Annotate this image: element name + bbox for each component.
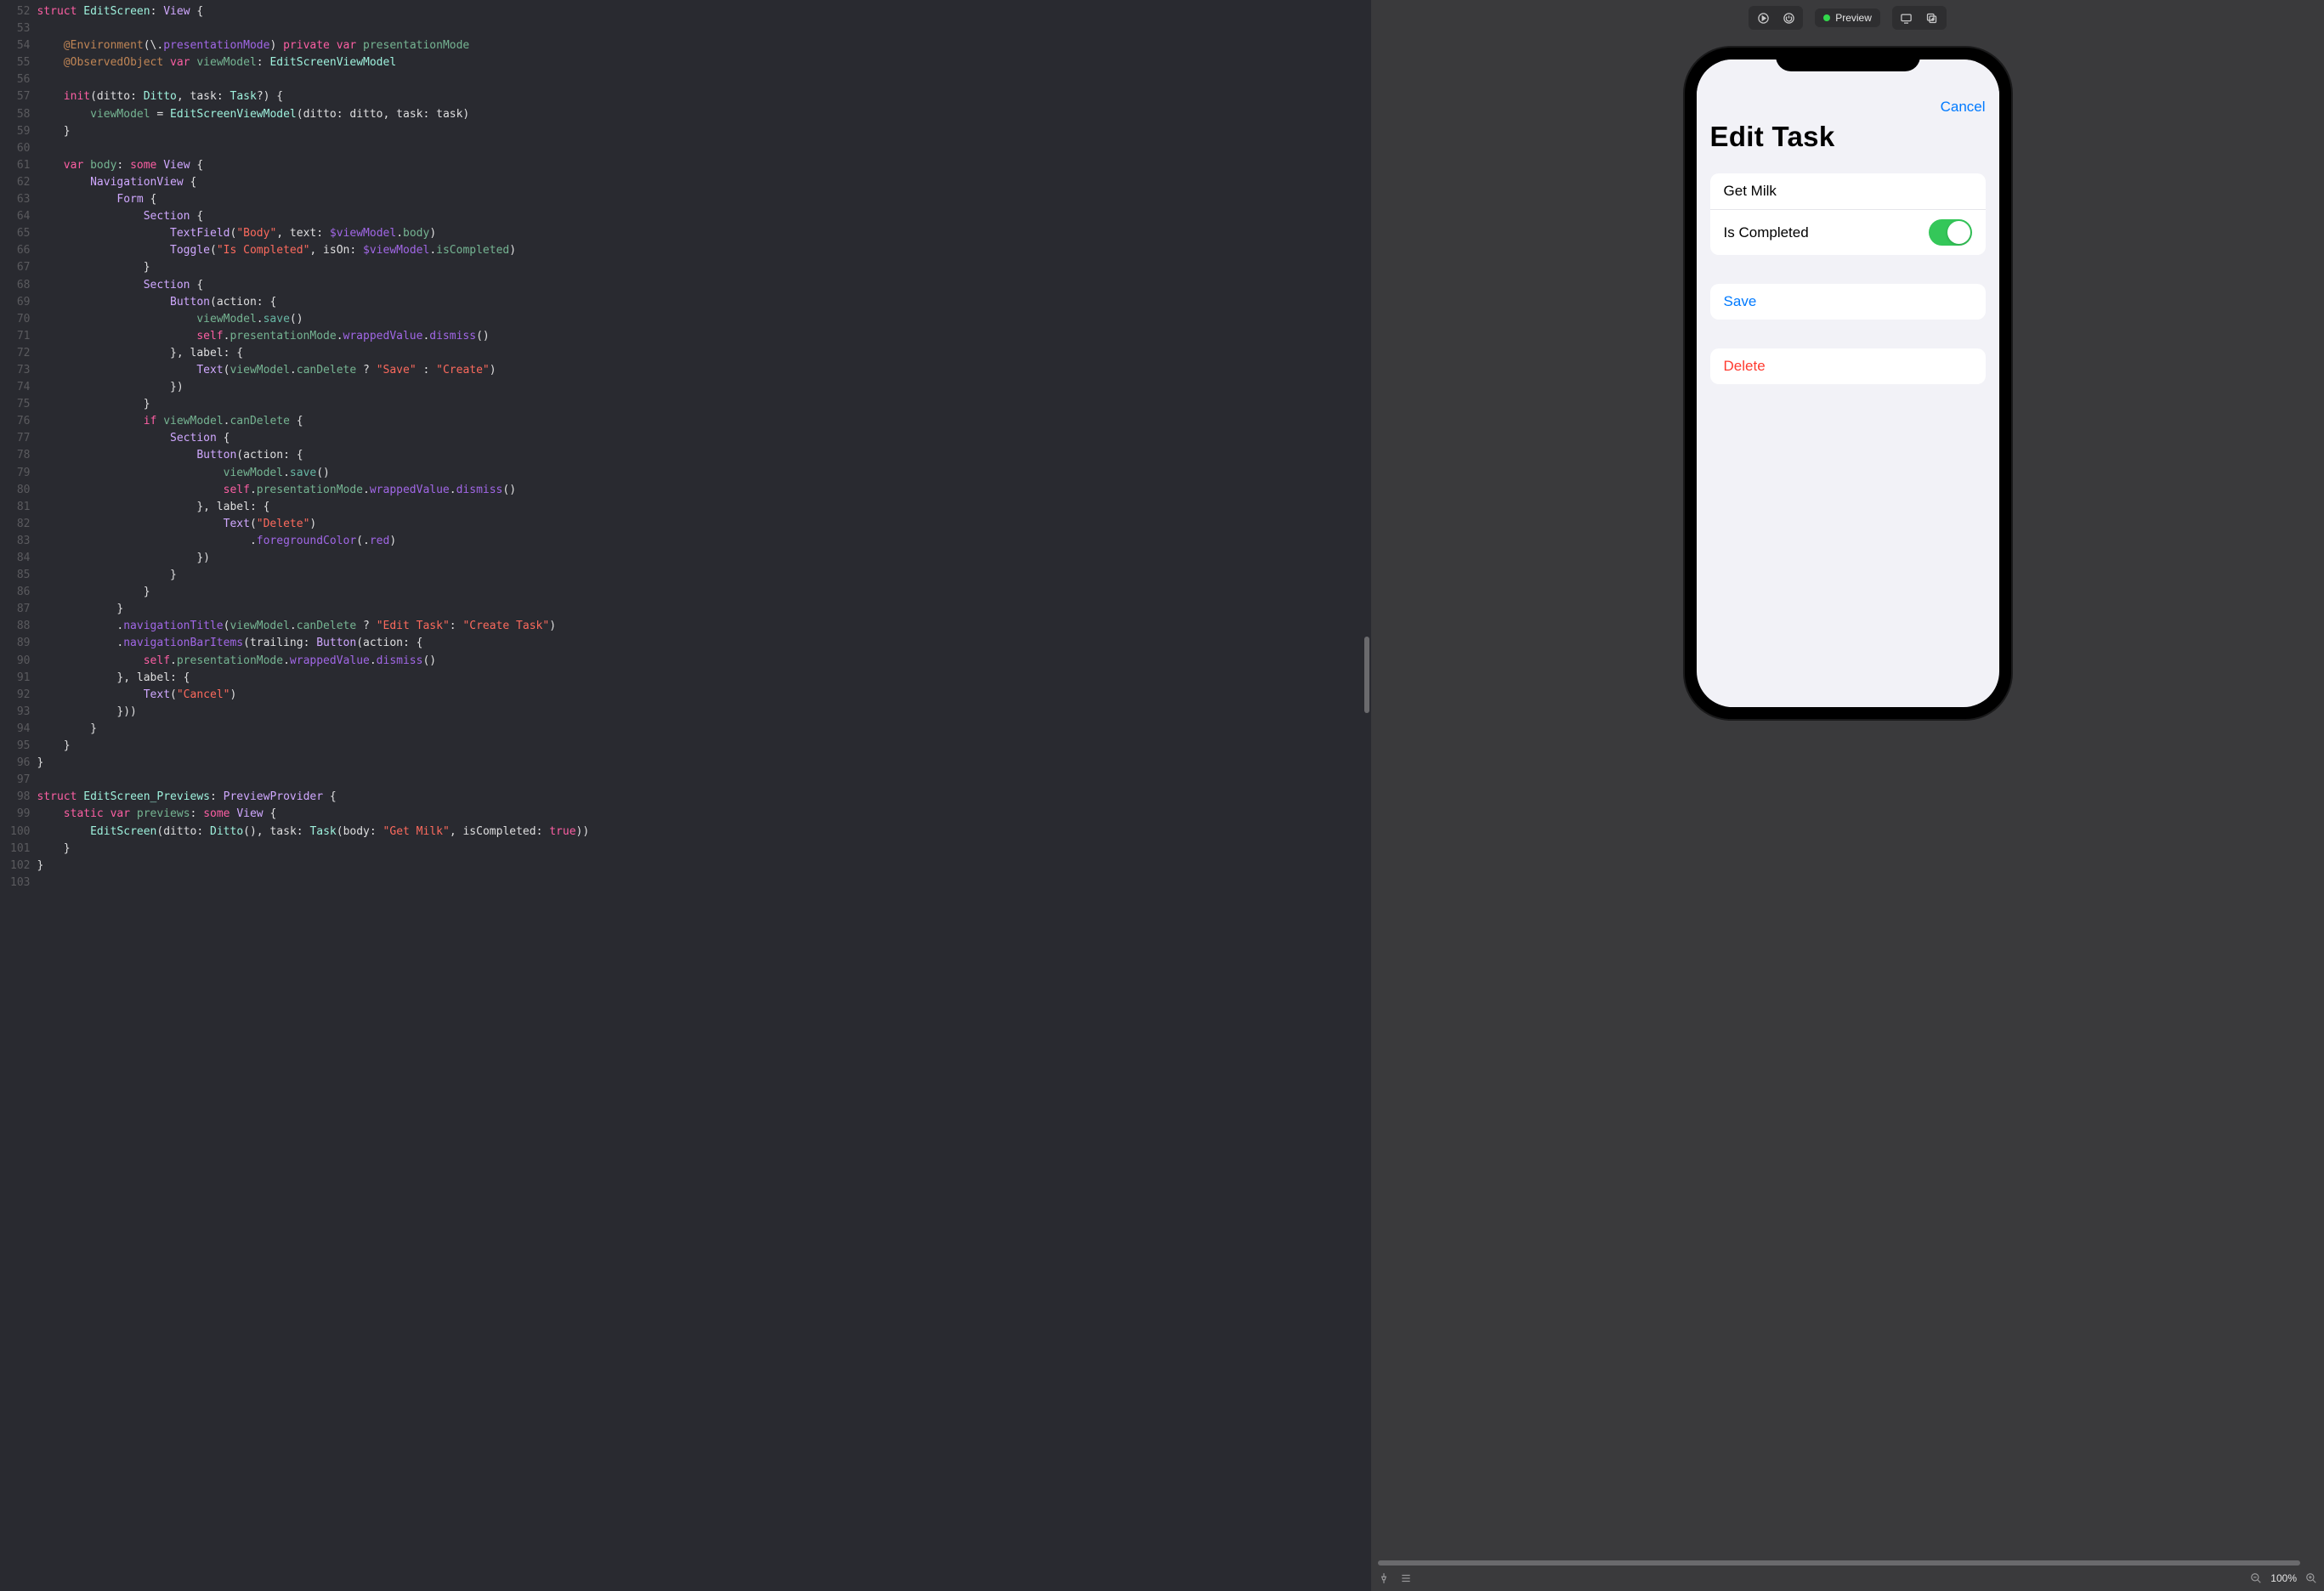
- toggle-knob: [1947, 221, 1970, 244]
- cancel-button[interactable]: Cancel: [1710, 99, 1986, 116]
- form-section-delete: Delete: [1710, 348, 1986, 384]
- toolbar-segment-right: [1892, 6, 1947, 30]
- body-textfield[interactable]: [1724, 183, 1972, 200]
- page-title: Edit Task: [1710, 121, 1986, 153]
- is-completed-toggle[interactable]: [1929, 219, 1972, 246]
- code-area[interactable]: struct EditScreen: View { @Environment(\…: [37, 0, 589, 1591]
- zoom-out-icon[interactable]: [2250, 1572, 2262, 1584]
- duplicate-button[interactable]: [1920, 8, 1944, 27]
- delete-button[interactable]: Delete: [1710, 348, 1986, 384]
- power-button[interactable]: [1777, 8, 1800, 27]
- phone-notch: [1776, 48, 1920, 71]
- phone-frame: Cancel Edit Task Is Completed: [1685, 48, 2011, 719]
- editor-scrollbar[interactable]: [1364, 637, 1369, 713]
- toolbar-segment-left: [1749, 6, 1803, 30]
- preview-scrollbar-horizontal[interactable]: [1378, 1560, 2300, 1566]
- preview-canvas[interactable]: Cancel Edit Task Is Completed: [1371, 36, 2324, 1566]
- zoom-level: 100%: [2270, 1572, 2297, 1584]
- app-nav-bar: Cancel Edit Task: [1697, 59, 1999, 158]
- form-section-fields: Is Completed: [1710, 173, 1986, 255]
- preview-toolbar: Preview: [1371, 0, 2324, 36]
- body-field-row[interactable]: [1710, 173, 1986, 209]
- save-button[interactable]: Save: [1710, 284, 1986, 320]
- preview-pane: Preview Cancel Edit Task: [1371, 0, 2324, 1591]
- preview-status[interactable]: Preview: [1815, 8, 1880, 27]
- toggle-row[interactable]: Is Completed: [1710, 209, 1986, 255]
- line-gutter: 5253545556575859606162636465666768697071…: [0, 0, 37, 1591]
- preview-status-label: Preview: [1835, 12, 1872, 24]
- play-button[interactable]: [1751, 8, 1775, 27]
- form-section-save: Save: [1710, 284, 1986, 320]
- status-dot-icon: [1823, 14, 1830, 21]
- form-area: Is Completed Save Delete: [1697, 158, 1999, 428]
- phone-screen: Cancel Edit Task Is Completed: [1697, 59, 1999, 707]
- list-icon[interactable]: [1400, 1572, 1412, 1584]
- preview-footer: 100%: [1371, 1566, 2324, 1591]
- code-editor[interactable]: 5253545556575859606162636465666768697071…: [0, 0, 1371, 1591]
- pin-icon[interactable]: [1378, 1572, 1390, 1584]
- device-button[interactable]: [1895, 8, 1919, 27]
- toggle-label: Is Completed: [1724, 224, 1809, 241]
- zoom-in-icon[interactable]: [2305, 1572, 2317, 1584]
